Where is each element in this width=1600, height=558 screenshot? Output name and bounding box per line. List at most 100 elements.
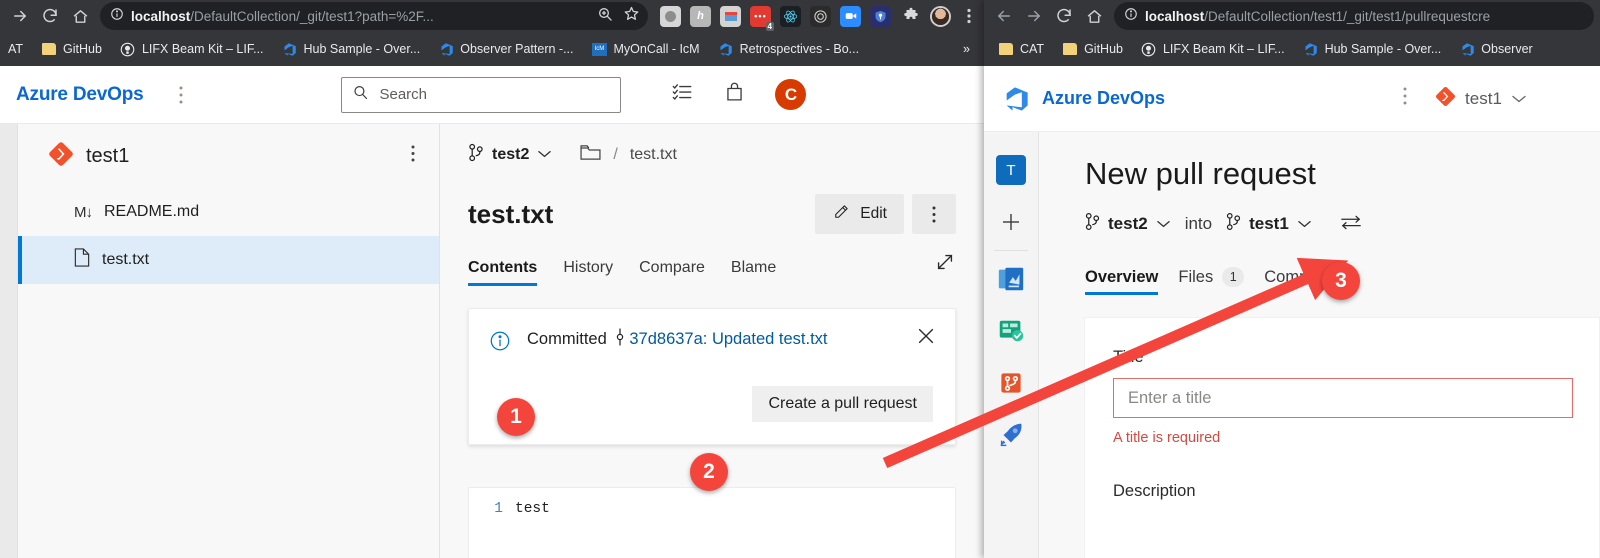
file-tabs: Contents History Compare Blame <box>440 242 984 286</box>
more-actions-icon[interactable] <box>912 194 956 234</box>
bookmark-item[interactable]: Observer <box>1453 38 1538 60</box>
profile-avatar[interactable] <box>930 5 951 27</box>
star-icon[interactable] <box>623 5 640 27</box>
forward-icon[interactable] <box>6 2 34 30</box>
browser-window-right: localhost/DefaultCollection/test1/_git/t… <box>984 0 1600 558</box>
shopping-bag-icon[interactable] <box>724 81 745 108</box>
avatar-initial: C <box>784 84 798 104</box>
zoom-extension-icon[interactable] <box>840 5 861 27</box>
vertical-nav-rail: T <box>984 132 1039 558</box>
red-chat-extension-icon[interactable]: ••• 4 <box>750 5 774 31</box>
azure-devops-icon <box>1459 41 1475 57</box>
bookmark-item[interactable]: Retrospectives - Bo... <box>712 38 866 60</box>
breadcrumb-file[interactable]: test.txt <box>630 146 677 164</box>
repos-icon[interactable] <box>984 357 1038 409</box>
keyvault-extension-icon[interactable] <box>870 5 891 27</box>
test-plans-icon[interactable] <box>984 305 1038 357</box>
swap-branches-icon[interactable] <box>1340 213 1362 236</box>
search-input[interactable]: Search <box>341 76 622 113</box>
close-icon[interactable] <box>915 325 937 352</box>
commit-icon <box>614 328 626 355</box>
expand-diagonal-icon[interactable] <box>934 251 956 286</box>
navigation-bar-right: localhost/DefaultCollection/test1/_git/t… <box>984 0 1600 32</box>
project-avatar[interactable]: T <box>984 144 1038 196</box>
branch-name: test2 <box>492 146 530 163</box>
puzzle-extensions-icon[interactable] <box>900 6 921 27</box>
bookmarks-overflow-icon[interactable]: » <box>957 39 976 59</box>
address-bar[interactable]: localhost/DefaultCollection/_git/test1?p… <box>100 2 648 30</box>
bookmark-item[interactable]: AT <box>8 39 29 59</box>
bookmark-item[interactable]: LIFX Beam Kit – LIF... <box>1135 38 1291 60</box>
tab-commits[interactable]: Commits 4 <box>1264 267 1361 295</box>
more-actions-icon[interactable] <box>167 86 195 104</box>
list-item[interactable]: M↓ README.md <box>18 188 439 236</box>
page-title: New pull request <box>1085 156 1316 191</box>
bookmark-label: GitHub <box>63 42 102 56</box>
bookmark-item[interactable]: Hub Sample - Over... <box>1297 38 1448 60</box>
project-selector[interactable]: test1 <box>1435 86 1527 112</box>
ado-brand[interactable]: Azure DevOps <box>16 84 144 106</box>
tab-blame[interactable]: Blame <box>731 259 776 286</box>
honey-extension-icon[interactable]: h <box>690 5 711 27</box>
bookmark-item[interactable]: Observer Pattern -... <box>432 38 579 60</box>
bookmark-item[interactable]: CAT <box>992 38 1050 60</box>
tab-files[interactable]: Files 1 <box>1178 267 1245 295</box>
app-body-right: T New pull request test2 into test1 Over… <box>984 132 1600 558</box>
grey-circle-extension-icon[interactable] <box>660 5 681 27</box>
bookmark-item[interactable]: IcM MyOnCall - IcM <box>585 38 705 60</box>
more-actions-icon[interactable] <box>401 145 425 167</box>
add-new-icon[interactable] <box>984 196 1038 248</box>
address-bar-right[interactable]: localhost/DefaultCollection/test1/_git/t… <box>1114 2 1594 30</box>
azure-devops-icon <box>438 41 454 57</box>
avatar[interactable]: C <box>775 79 807 110</box>
bookmark-item[interactable]: GitHub <box>35 38 108 60</box>
more-actions-icon[interactable] <box>1403 87 1407 110</box>
back-icon[interactable] <box>990 2 1018 30</box>
reload-icon[interactable] <box>36 2 64 30</box>
home-icon[interactable] <box>66 2 94 30</box>
title-input[interactable]: Enter a title <box>1113 378 1573 418</box>
react-devtools-extension-icon[interactable] <box>780 5 801 27</box>
chrome-menu-icon[interactable] <box>960 2 978 30</box>
tab-history[interactable]: History <box>563 259 613 286</box>
folder-icon[interactable] <box>580 144 601 166</box>
extensions-row: h ••• 4 <box>650 2 978 31</box>
tab-label: Commits <box>1264 267 1330 286</box>
tab-contents[interactable]: Contents <box>468 259 538 286</box>
ado-brand[interactable]: Azure DevOps <box>1042 88 1165 109</box>
source-branch-selector[interactable]: test2 <box>1085 212 1171 236</box>
search-icon <box>352 84 369 105</box>
title-input-placeholder: Enter a title <box>1128 388 1212 407</box>
pipelines-icon[interactable] <box>984 409 1038 461</box>
repo-name[interactable]: test1 <box>86 145 129 168</box>
zoom-in-icon[interactable] <box>597 6 613 27</box>
checklist-icon[interactable] <box>671 81 694 108</box>
target-branch-selector[interactable]: test1 <box>1226 212 1312 236</box>
browser-window-left: localhost/DefaultCollection/_git/test1?p… <box>0 0 984 558</box>
home-icon[interactable] <box>1080 2 1108 30</box>
file-icon <box>74 248 90 272</box>
extension-badge-count: 4 <box>765 21 774 31</box>
bookmark-item[interactable]: GitHub <box>1056 38 1129 60</box>
tab-compare[interactable]: Compare <box>639 259 705 286</box>
branch-selector[interactable]: test2 <box>468 143 552 167</box>
bookmark-item[interactable]: LIFX Beam Kit – LIF... <box>114 38 270 60</box>
bookmarks-bar-left: AT GitHub LIFX Beam Kit – LIF... Hub Sam… <box>0 32 984 66</box>
edit-button[interactable]: Edit <box>815 194 904 234</box>
list-item[interactable]: test.txt <box>18 236 439 284</box>
forward-icon[interactable] <box>1020 2 1048 30</box>
branch-icon <box>468 143 484 167</box>
overflow-label: » <box>963 42 970 56</box>
commit-notice-text: Committed 37d8637a: Updated test.txt <box>527 327 828 357</box>
target-extension-icon[interactable] <box>810 5 831 27</box>
bookmark-item[interactable]: Hub Sample - Over... <box>276 38 427 60</box>
chrome-window-extension-icon[interactable] <box>720 5 741 27</box>
create-pull-request-button[interactable]: Create a pull request <box>752 386 933 422</box>
browser-chrome-left: localhost/DefaultCollection/_git/test1?p… <box>0 0 984 66</box>
project-avatar-initial: T <box>996 155 1026 185</box>
boards-icon[interactable] <box>984 253 1038 305</box>
browser-chrome-right: localhost/DefaultCollection/test1/_git/t… <box>984 0 1600 66</box>
reload-icon[interactable] <box>1050 2 1078 30</box>
tab-overview[interactable]: Overview <box>1085 268 1159 295</box>
commit-link[interactable]: 37d8637a: Updated test.txt <box>629 330 827 348</box>
